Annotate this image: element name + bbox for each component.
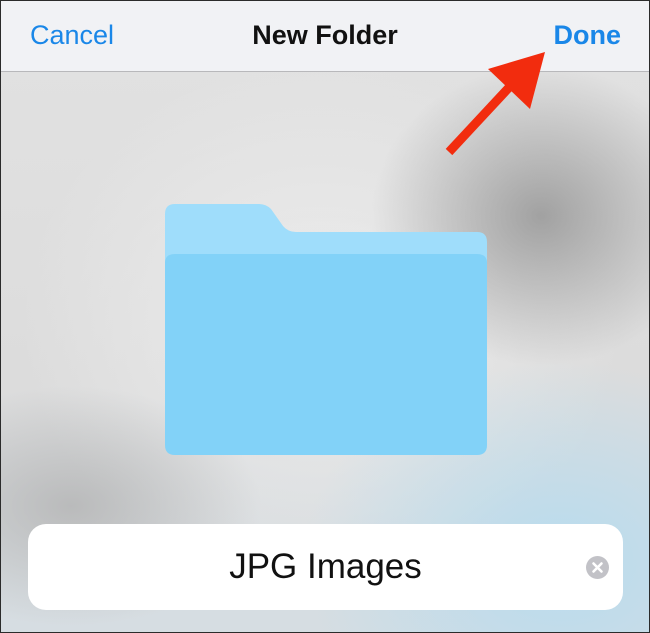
cancel-button[interactable]: Cancel: [30, 1, 114, 71]
done-button[interactable]: Done: [554, 1, 622, 71]
red-arrow-annotation: [437, 45, 557, 166]
folder-icon: [165, 204, 489, 461]
folder-name-value: JPG Images: [229, 547, 422, 586]
folder-name-input[interactable]: JPG Images: [28, 524, 623, 610]
clear-text-icon[interactable]: [586, 556, 609, 579]
new-folder-screen: Cancel New Folder Done JPG Images: [0, 0, 650, 633]
